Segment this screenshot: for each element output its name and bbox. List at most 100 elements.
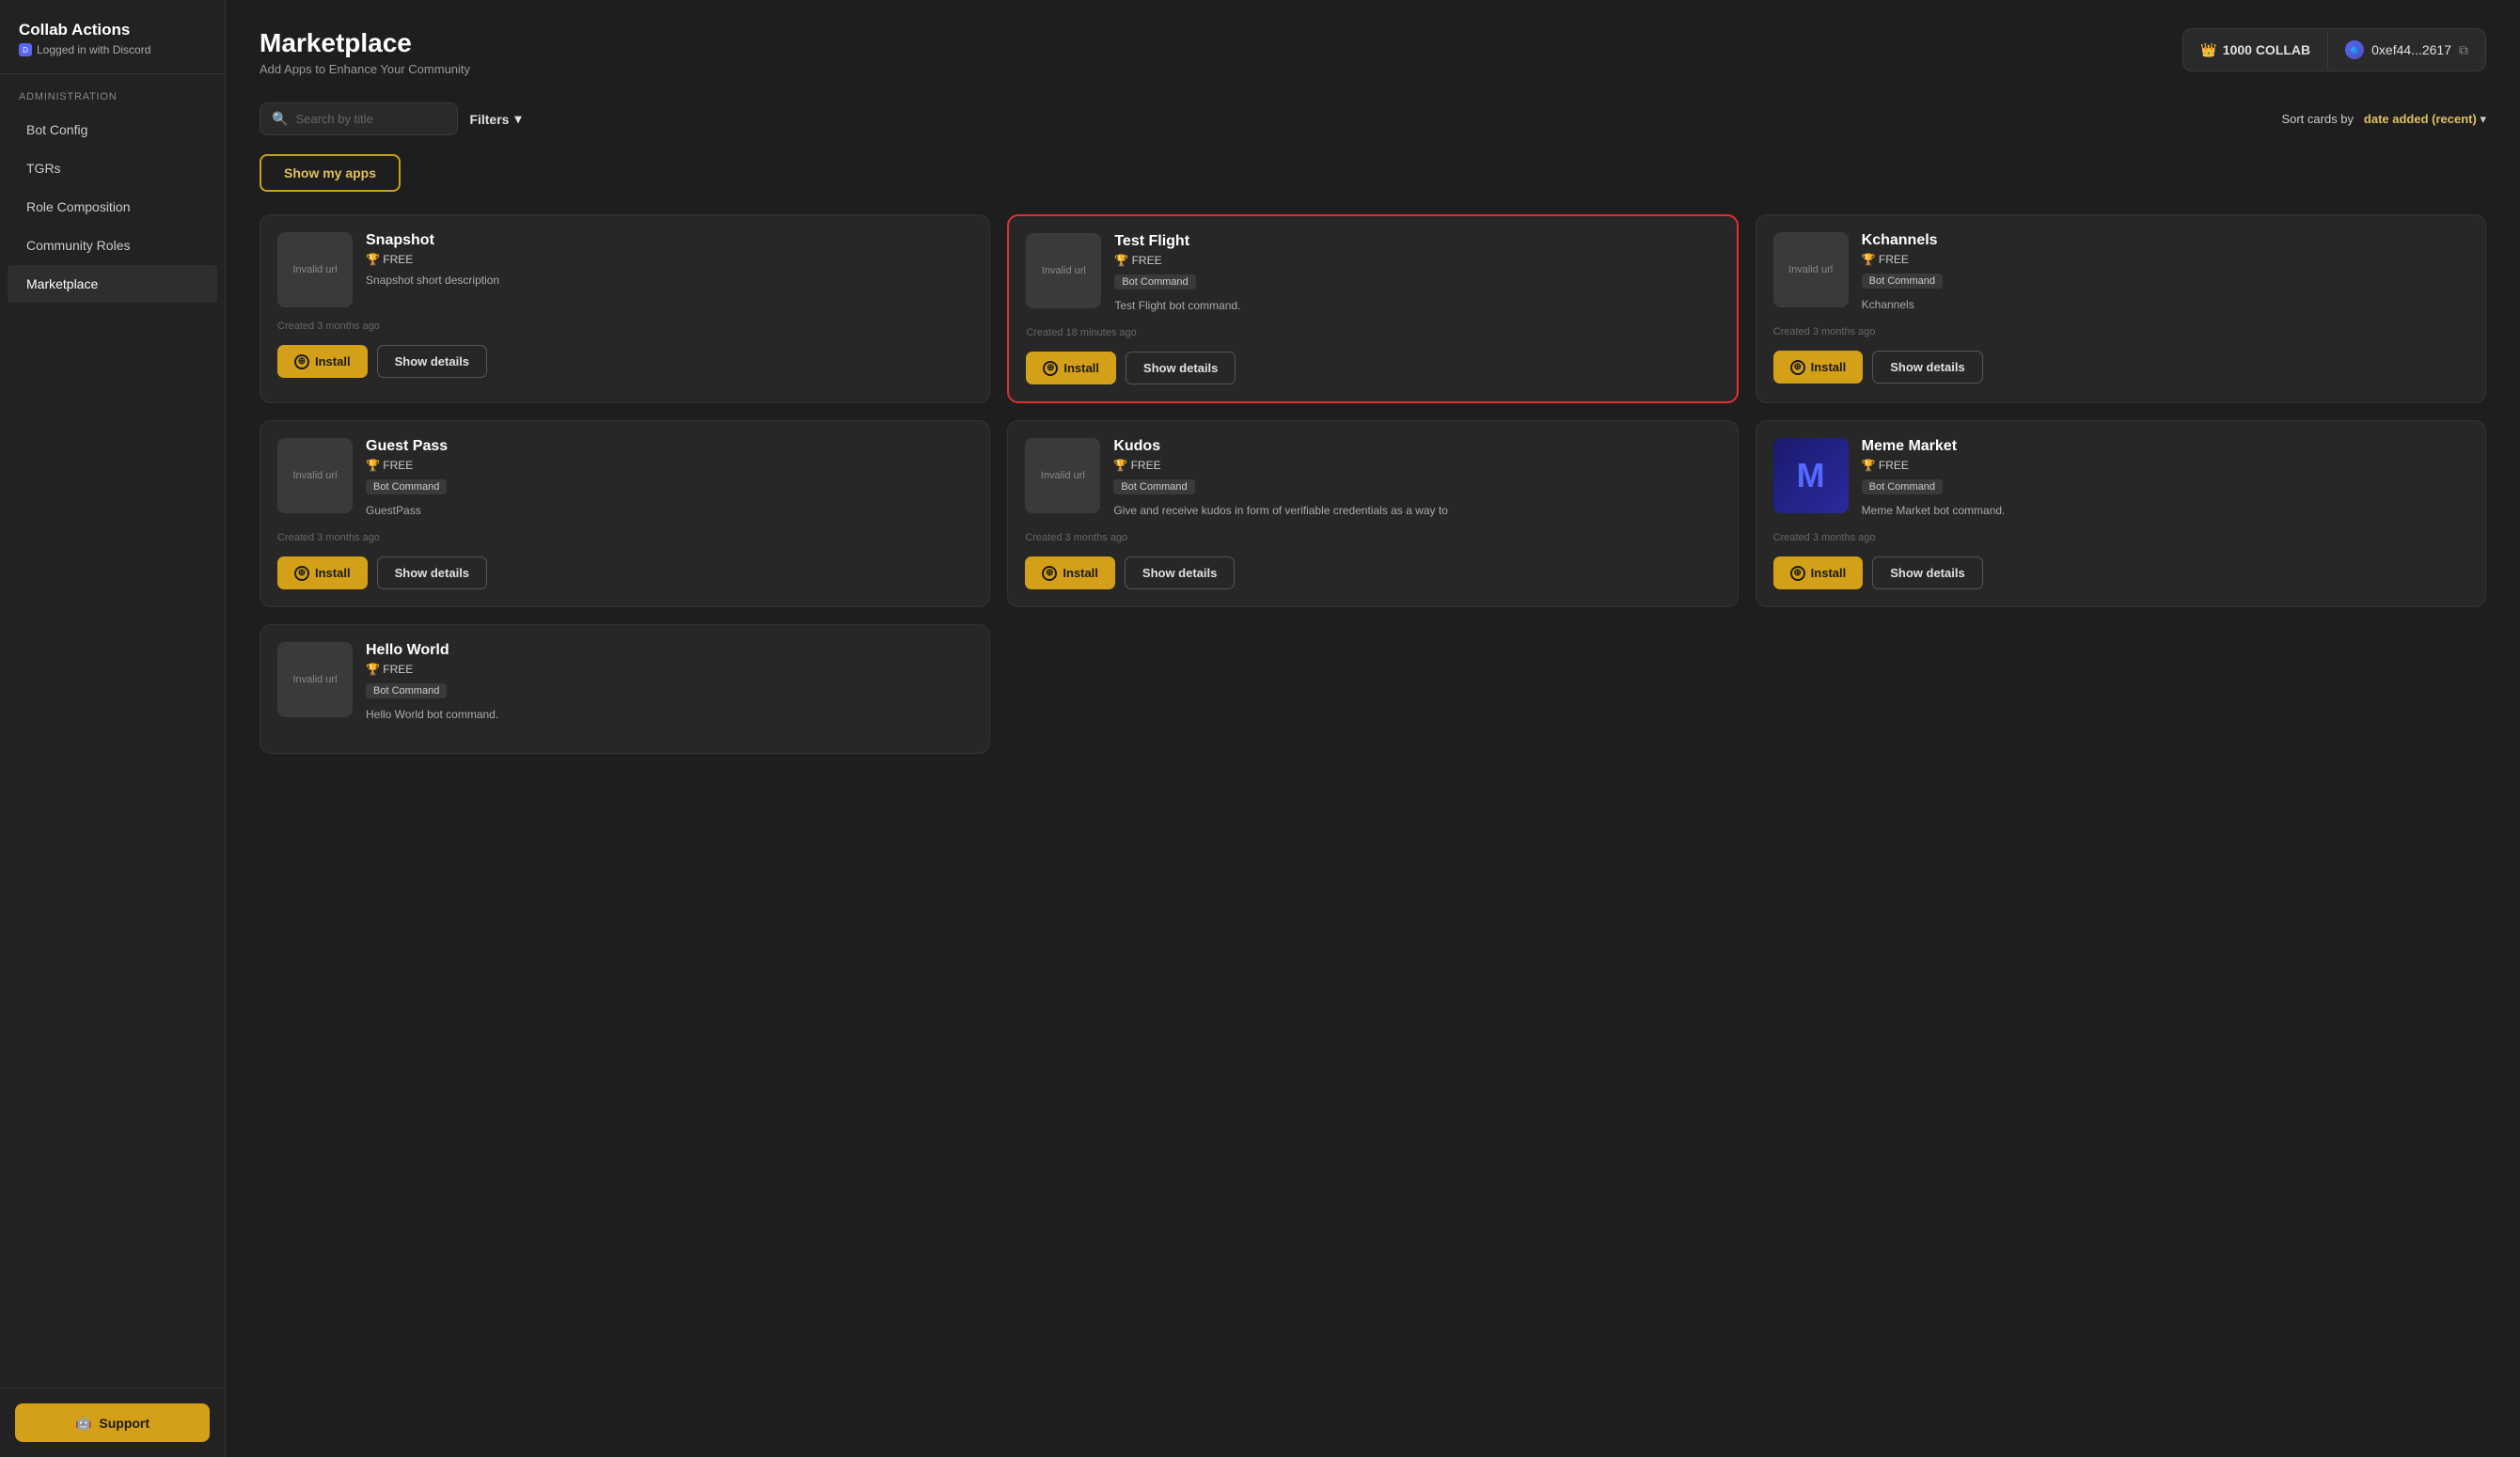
support-icon: 🤖: [75, 1415, 91, 1431]
card-badge-meme-market: Bot Command: [1862, 479, 1943, 494]
install-circle-icon: ⊕: [294, 566, 309, 581]
show-my-apps-button[interactable]: Show my apps: [260, 154, 401, 192]
card-badge-kudos: Bot Command: [1113, 479, 1194, 494]
card-free-test-flight: 🏆 FREE: [1114, 254, 1719, 267]
brand-subtitle: D Logged in with Discord: [19, 43, 206, 56]
card-desc-kudos: Give and receive kudos in form of verifi…: [1113, 502, 1720, 519]
card-image-snapshot: Invalid url: [277, 232, 353, 307]
card-image-meme-market: M: [1773, 438, 1849, 513]
install-button-test-flight[interactable]: ⊕ Install: [1026, 352, 1116, 384]
install-circle-icon: ⊕: [1790, 566, 1805, 581]
search-icon: 🔍: [272, 111, 288, 127]
install-circle-icon: ⊕: [1043, 361, 1058, 376]
sidebar-support: 🤖 Support: [0, 1387, 225, 1457]
card-badge-guest-pass: Bot Command: [366, 479, 447, 494]
card-badge-hello-world: Bot Command: [366, 683, 447, 698]
card-desc-kchannels: Kchannels: [1862, 296, 2468, 313]
crown-icon: 👑: [2200, 42, 2216, 58]
sidebar-nav: Administration Bot Config TGRs Role Comp…: [0, 74, 225, 1387]
card-free-snapshot: 🏆 FREE: [366, 253, 972, 266]
card-title-test-flight: Test Flight: [1114, 233, 1719, 250]
app-card-snapshot: Invalid url Snapshot 🏆 FREE Snapshot sho…: [260, 214, 990, 403]
card-actions-kudos: ⊕ Install Show details: [1025, 556, 1720, 589]
card-created-meme-market: Created 3 months ago: [1773, 532, 2468, 543]
card-desc-snapshot: Snapshot short description: [366, 272, 972, 289]
main-content: Marketplace Add Apps to Enhance Your Com…: [226, 0, 2520, 1457]
card-badge-kchannels: Bot Command: [1862, 274, 1943, 289]
wallet-avatar: 🔷: [2345, 40, 2364, 59]
card-actions-kchannels: ⊕ Install Show details: [1773, 351, 2468, 384]
filters-button[interactable]: Filters ▾: [469, 111, 521, 127]
show-details-button-guest-pass[interactable]: Show details: [377, 556, 487, 589]
wallet-collab: 👑 1000 COLLAB: [2183, 31, 2328, 70]
cards-grid: Invalid url Snapshot 🏆 FREE Snapshot sho…: [260, 214, 2486, 754]
card-created-kudos: Created 3 months ago: [1025, 532, 1720, 543]
sidebar-item-role-composition[interactable]: Role Composition: [8, 188, 217, 226]
card-created-guest-pass: Created 3 months ago: [277, 532, 972, 543]
wallet-display: 👑 1000 COLLAB 🔷 0xef44...2617 ⧉: [2182, 28, 2486, 71]
copy-icon[interactable]: ⧉: [2459, 42, 2468, 58]
card-image-kudos: Invalid url: [1025, 438, 1100, 513]
card-actions-test-flight: ⊕ Install Show details: [1026, 352, 1719, 384]
search-box: 🔍: [260, 102, 458, 135]
app-card-meme-market: M Meme Market 🏆 FREE Bot Command Meme Ma…: [1756, 420, 2486, 607]
card-badge-test-flight: Bot Command: [1114, 274, 1195, 290]
card-image-hello-world: Invalid url: [277, 642, 353, 717]
card-title-meme-market: Meme Market: [1862, 438, 2468, 455]
card-created-kchannels: Created 3 months ago: [1773, 326, 2468, 337]
show-details-button-test-flight[interactable]: Show details: [1126, 352, 1236, 384]
sidebar: Collab Actions D Logged in with Discord …: [0, 0, 226, 1457]
show-details-button-kchannels[interactable]: Show details: [1872, 351, 1982, 384]
app-card-kudos: Invalid url Kudos 🏆 FREE Bot Command Giv…: [1007, 420, 1738, 607]
install-button-meme-market[interactable]: ⊕ Install: [1773, 556, 1864, 589]
show-details-button-meme-market[interactable]: Show details: [1872, 556, 1982, 589]
chevron-down-icon: ▾: [514, 111, 521, 127]
toolbar-left: 🔍 Filters ▾: [260, 102, 521, 135]
card-free-kudos: 🏆 FREE: [1113, 459, 1720, 472]
card-title-snapshot: Snapshot: [366, 232, 972, 249]
card-image-kchannels: Invalid url: [1773, 232, 1849, 307]
sidebar-item-tgrs[interactable]: TGRs: [8, 149, 217, 187]
sort-label: Sort cards by date added (recent) ▾: [2281, 112, 2486, 127]
support-button[interactable]: 🤖 Support: [15, 1403, 210, 1442]
page-subtitle: Add Apps to Enhance Your Community: [260, 62, 470, 76]
brand-title: Collab Actions: [19, 21, 206, 39]
app-card-kchannels: Invalid url Kchannels 🏆 FREE Bot Command…: [1756, 214, 2486, 403]
install-circle-icon: ⊕: [1790, 360, 1805, 375]
card-actions-guest-pass: ⊕ Install Show details: [277, 556, 972, 589]
wallet-address: 🔷 0xef44...2617 ⧉: [2328, 29, 2485, 70]
install-circle-icon: ⊕: [294, 354, 309, 369]
toolbar: 🔍 Filters ▾ Sort cards by date added (re…: [260, 102, 2486, 135]
card-title-hello-world: Hello World: [366, 642, 972, 659]
show-details-button-kudos[interactable]: Show details: [1125, 556, 1235, 589]
card-actions-snapshot: ⊕ Install Show details: [277, 345, 972, 378]
card-title-guest-pass: Guest Pass: [366, 438, 972, 455]
install-button-kudos[interactable]: ⊕ Install: [1025, 556, 1115, 589]
discord-icon: D: [19, 43, 32, 56]
search-input[interactable]: [295, 112, 446, 126]
card-title-kchannels: Kchannels: [1862, 232, 2468, 249]
sort-value: date added (recent): [2364, 112, 2477, 126]
install-button-guest-pass[interactable]: ⊕ Install: [277, 556, 368, 589]
card-created-test-flight: Created 18 minutes ago: [1026, 327, 1719, 338]
card-created-snapshot: Created 3 months ago: [277, 321, 972, 332]
card-free-kchannels: 🏆 FREE: [1862, 253, 2468, 266]
sort-chevron-icon: ▾: [2480, 112, 2486, 126]
app-card-hello-world: Invalid url Hello World 🏆 FREE Bot Comma…: [260, 624, 990, 754]
app-card-guest-pass: Invalid url Guest Pass 🏆 FREE Bot Comman…: [260, 420, 990, 607]
card-desc-meme-market: Meme Market bot command.: [1862, 502, 2468, 519]
install-button-snapshot[interactable]: ⊕ Install: [277, 345, 368, 378]
card-image-test-flight: Invalid url: [1026, 233, 1101, 308]
sidebar-item-community-roles[interactable]: Community Roles: [8, 227, 217, 264]
page-title: Marketplace: [260, 28, 470, 58]
show-details-button-snapshot[interactable]: Show details: [377, 345, 487, 378]
card-free-hello-world: 🏆 FREE: [366, 663, 972, 676]
card-desc-hello-world: Hello World bot command.: [366, 706, 972, 723]
card-actions-meme-market: ⊕ Install Show details: [1773, 556, 2468, 589]
card-free-meme-market: 🏆 FREE: [1862, 459, 2468, 472]
section-label: Administration: [0, 74, 225, 110]
install-button-kchannels[interactable]: ⊕ Install: [1773, 351, 1864, 384]
sidebar-item-bot-config[interactable]: Bot Config: [8, 111, 217, 149]
sidebar-item-marketplace[interactable]: Marketplace: [8, 265, 217, 303]
card-desc-guest-pass: GuestPass: [366, 502, 972, 519]
